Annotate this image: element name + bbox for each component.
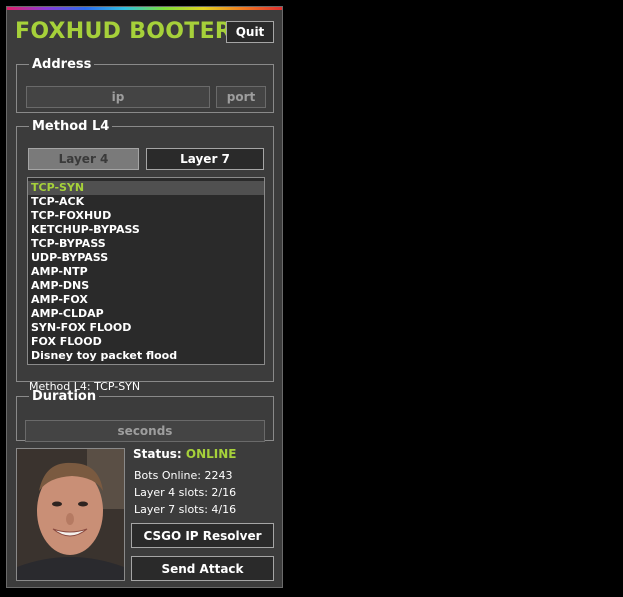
address-group: Address bbox=[16, 57, 274, 113]
method-list-item[interactable]: AMP-NTP bbox=[28, 265, 264, 279]
method-legend: Method L4 bbox=[32, 119, 110, 134]
send-attack-button[interactable]: Send Attack bbox=[131, 556, 274, 581]
method-list-item[interactable]: AMP-CLDAP bbox=[28, 307, 264, 321]
method-list-item[interactable]: Disney toy packet flood bbox=[28, 349, 264, 363]
method-list-item[interactable]: TCP-ACK bbox=[28, 195, 264, 209]
status-value: ONLINE bbox=[185, 447, 237, 461]
method-list-item[interactable]: UDP-BYPASS bbox=[28, 251, 264, 265]
csgo-ip-resolver-button[interactable]: CSGO IP Resolver bbox=[131, 523, 274, 548]
method-list-item[interactable]: KETCHUP-BYPASS bbox=[28, 223, 264, 237]
method-list-item[interactable]: FOX FLOOD bbox=[28, 335, 264, 349]
tab-layer-7[interactable]: Layer 7 bbox=[146, 148, 264, 170]
address-legend: Address bbox=[32, 57, 92, 72]
duration-legend: Duration bbox=[32, 389, 97, 404]
layer7-slots-text: Layer 7 slots: 4/16 bbox=[134, 503, 237, 516]
status-line: Status: ONLINE bbox=[133, 447, 237, 461]
user-photo bbox=[16, 448, 125, 581]
quit-button[interactable]: Quit bbox=[226, 21, 274, 43]
rainbow-top-bar bbox=[7, 7, 282, 10]
method-list-item[interactable]: TCP-SYN bbox=[28, 181, 264, 195]
method-list-item[interactable]: AMP-FOX bbox=[28, 293, 264, 307]
booter-window: FOXHUD BOOTER Quit Address Method L4 Lay… bbox=[6, 6, 283, 588]
bots-online-text: Bots Online: 2243 bbox=[134, 469, 233, 482]
method-list-item[interactable]: SYN-FOX FLOOD bbox=[28, 321, 264, 335]
face-photo-illustration bbox=[17, 449, 124, 580]
method-list-item[interactable]: TCP-FOXHUD bbox=[28, 209, 264, 223]
tab-layer-4[interactable]: Layer 4 bbox=[28, 148, 139, 170]
layer4-slots-text: Layer 4 slots: 2/16 bbox=[134, 486, 237, 499]
ip-input[interactable] bbox=[26, 86, 210, 108]
duration-group: Duration bbox=[16, 389, 274, 442]
method-list-item[interactable]: AMP-DNS bbox=[28, 279, 264, 293]
seconds-input[interactable] bbox=[25, 420, 265, 442]
status-label: Status: bbox=[133, 447, 182, 461]
port-input[interactable] bbox=[216, 86, 266, 108]
method-list-item[interactable]: TCP-BYPASS bbox=[28, 237, 264, 251]
method-list[interactable]: TCP-SYN TCP-ACK TCP-FOXHUD KETCHUP-BYPASS TC… bbox=[27, 177, 265, 365]
method-group: Method L4 Layer 4 Layer 7 TCP-SYN TCP-ACK… bbox=[16, 119, 274, 393]
app-title: FOXHUD BOOTER bbox=[15, 19, 233, 44]
